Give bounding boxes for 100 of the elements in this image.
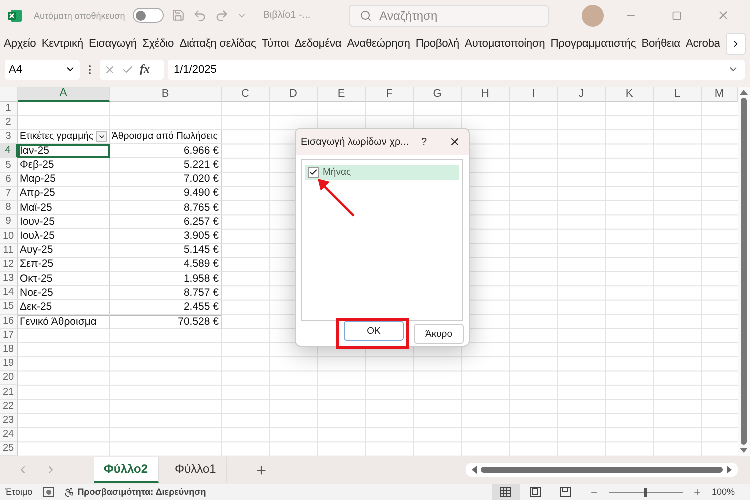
column-header[interactable]: F: [366, 86, 414, 102]
row-header[interactable]: 24: [0, 428, 18, 442]
row-header[interactable]: 14: [0, 286, 18, 300]
macro-recorder-icon[interactable]: [42, 487, 54, 497]
ribbon-tab[interactable]: Διάταξη σελίδας: [180, 38, 256, 50]
ribbon-tab[interactable]: Εισαγωγή: [89, 38, 137, 50]
sheet-tab[interactable]: Φύλλο2: [94, 457, 160, 484]
accessibility-icon[interactable]: [64, 486, 75, 498]
row-header[interactable]: 8: [0, 201, 18, 216]
vertical-scrollbar[interactable]: [738, 86, 750, 456]
row-header[interactable]: 22: [0, 400, 18, 414]
row-header[interactable]: 5: [0, 158, 18, 173]
cell-text: 1.958 €: [184, 272, 219, 285]
column-header[interactable]: I: [510, 86, 558, 102]
row-header[interactable]: 17: [0, 328, 18, 343]
ok-button[interactable]: OK: [344, 321, 404, 341]
cell-text: Ιαν-25: [20, 144, 50, 157]
ribbon-tab[interactable]: Κεντρική: [42, 38, 84, 50]
column-header[interactable]: M: [702, 86, 738, 102]
column-header[interactable]: B: [110, 86, 222, 102]
cell-text: 9.490 €: [184, 187, 219, 200]
view-button[interactable]: [492, 484, 520, 500]
undo-icon[interactable]: [193, 8, 208, 23]
cell-text: 70.528 €: [178, 316, 219, 328]
ribbon-tab[interactable]: Τύποι: [262, 38, 290, 50]
ribbon-tab[interactable]: Βοήθεια: [642, 38, 680, 50]
close-icon[interactable]: [449, 136, 461, 148]
cell-text: Ετικέτες γραμμής: [20, 131, 94, 142]
ribbon-tab[interactable]: Acroba: [686, 38, 720, 50]
row-header[interactable]: 25: [0, 442, 18, 456]
row-header[interactable]: 9: [0, 215, 18, 230]
row-header[interactable]: 21: [0, 385, 18, 400]
list-item[interactable]: Μήνας: [305, 165, 459, 180]
column-header[interactable]: G: [414, 86, 462, 102]
filter-button[interactable]: [96, 131, 107, 142]
cell-text: Σεπ-25: [20, 258, 54, 270]
row-header[interactable]: 3: [0, 130, 18, 144]
row-header[interactable]: 15: [0, 300, 18, 315]
ribbon-tab[interactable]: Αρχείο: [4, 38, 36, 50]
checkbox[interactable]: [308, 167, 319, 178]
help-button[interactable]: ?: [421, 136, 427, 148]
row-header[interactable]: 6: [0, 172, 18, 187]
sheet-tab[interactable]: Φύλλο1: [165, 457, 228, 484]
row-header[interactable]: 19: [0, 357, 18, 372]
cancel-button[interactable]: Άκυρο: [414, 324, 464, 344]
row-header[interactable]: 2: [0, 116, 18, 130]
add-sheet-icon[interactable]: [255, 464, 268, 477]
document-title: Βιβλίο1 -...: [263, 10, 311, 22]
cell-text: 4.589 €: [184, 258, 219, 270]
cell-text: Νοε-25: [20, 286, 54, 299]
row-header[interactable]: 12: [0, 258, 18, 272]
cell-text: Μαρ-25: [20, 173, 56, 186]
row-header[interactable]: 11: [0, 244, 18, 258]
row-header[interactable]: 1: [0, 102, 18, 116]
column-header[interactable]: C: [222, 86, 270, 102]
row-header[interactable]: 16: [0, 314, 18, 329]
cell-text: Δεκ-25: [20, 300, 52, 313]
row-header[interactable]: 20: [0, 371, 18, 386]
avatar: [582, 4, 604, 27]
cell-text: 6.966 €: [184, 144, 219, 157]
insert-function-button[interactable]: fx: [140, 62, 150, 78]
ribbon-tab[interactable]: Προγραμματιστής: [550, 38, 636, 50]
name-box[interactable]: A4: [5, 60, 80, 80]
cell-text: Φεβ-25: [20, 159, 54, 172]
save-icon[interactable]: [172, 9, 186, 22]
cancel-icon[interactable]: [104, 64, 116, 76]
formula-field[interactable]: 1/1/2025: [168, 60, 745, 80]
page-layout-icon: [530, 487, 542, 497]
ribbon-tab[interactable]: Προβολή: [416, 38, 460, 50]
enter-icon[interactable]: [122, 64, 134, 76]
row-header[interactable]: 23: [0, 414, 18, 428]
accessibility-status[interactable]: Προσβασιμότητα: Διερεύνηση: [78, 487, 206, 497]
row-header[interactable]: 13: [0, 272, 18, 286]
cell-text: Οκτ-25: [20, 272, 53, 285]
dialog-title: Εισαγωγή λωρίδων χρ...: [301, 136, 410, 148]
column-header[interactable]: H: [462, 86, 510, 102]
column-header[interactable]: J: [558, 86, 606, 102]
column-header[interactable]: D: [270, 86, 318, 102]
status-text: Έτοιμο: [5, 487, 33, 497]
cell-text: 5.221 €: [184, 159, 219, 172]
zoom-in-icon[interactable]: [692, 488, 702, 496]
page-break-icon: [560, 487, 572, 497]
horizontal-scrollbar[interactable]: [466, 463, 738, 478]
ribbon-tab[interactable]: Δεδομένα: [294, 38, 342, 50]
column-header[interactable]: L: [654, 86, 702, 102]
row-header[interactable]: 18: [0, 342, 18, 358]
autosave-toggle[interactable]: [133, 8, 164, 24]
ribbon-tab[interactable]: Αναθεώρηση: [347, 38, 410, 50]
column-header[interactable]: E: [318, 86, 366, 102]
row-header[interactable]: 7: [0, 186, 18, 202]
redo-icon[interactable]: [215, 8, 230, 23]
column-header[interactable]: K: [606, 86, 654, 102]
row-header[interactable]: 10: [0, 229, 18, 244]
search-icon: [360, 10, 372, 22]
ribbon-tab[interactable]: Σχέδιο: [142, 38, 174, 50]
zoom-level: 100%: [712, 487, 735, 497]
cell-text: Ιουλ-25: [20, 230, 55, 242]
ribbon-tab[interactable]: Αυτοματοποίηση: [465, 38, 546, 50]
row-header[interactable]: 4: [0, 144, 18, 158]
column-header[interactable]: A: [18, 86, 110, 102]
